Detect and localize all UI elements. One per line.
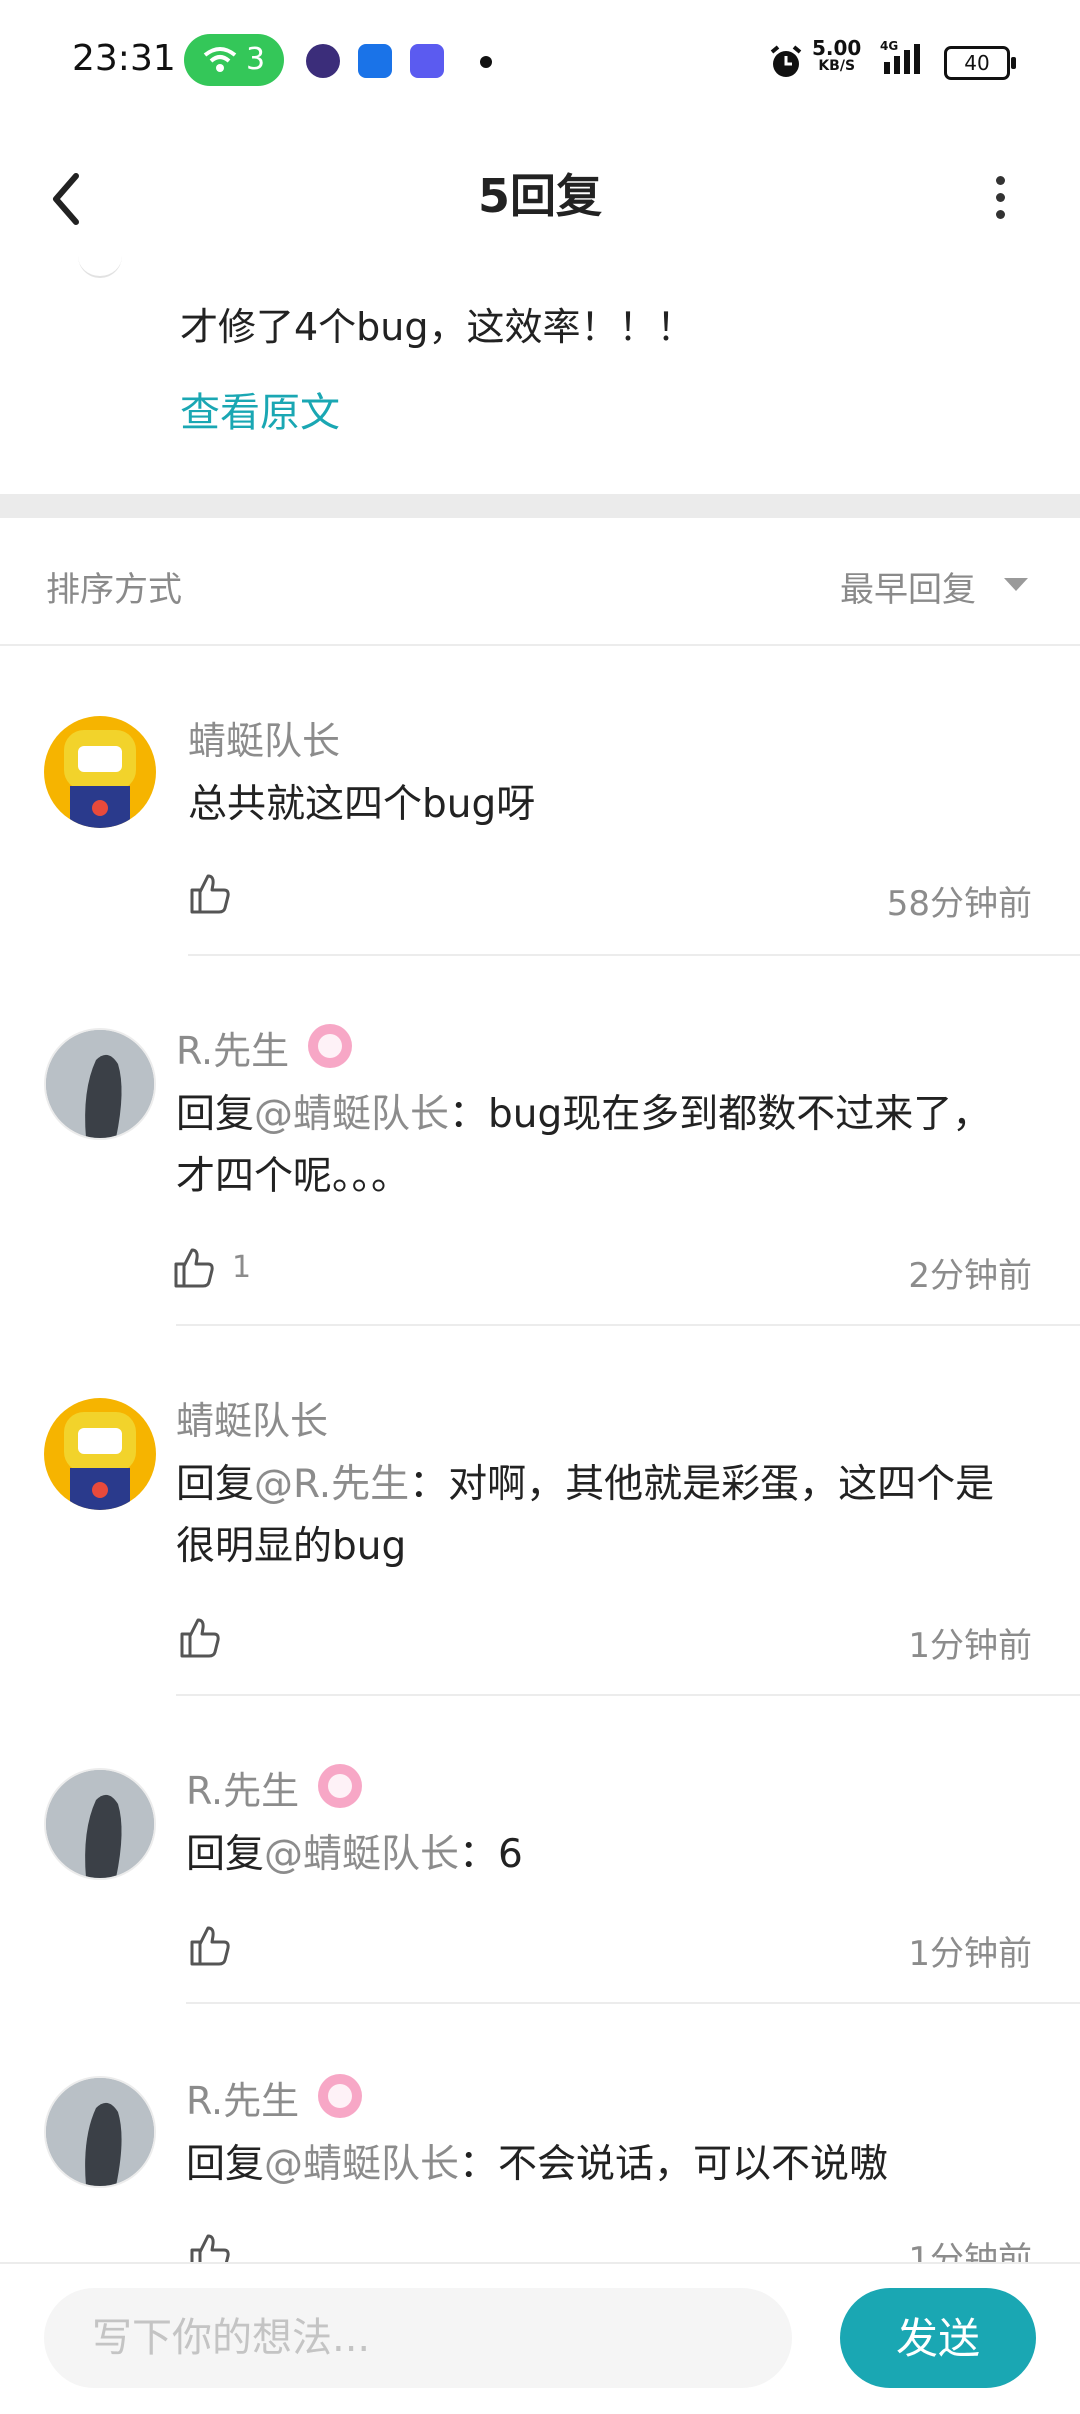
mention-link[interactable]: @蜻蜓队长: [254, 1092, 449, 1137]
comment-composer: 发送: [0, 2262, 1080, 2414]
send-button[interactable]: 发送: [840, 2288, 1036, 2388]
reply-timestamp: 58分钟前: [886, 884, 1032, 924]
reply-timestamp: 1分钟前: [908, 2240, 1032, 2262]
status-bar: 23:31 3 5.00 KB/S 4G 40: [0, 0, 1080, 120]
thumbs-up-icon[interactable]: [186, 870, 234, 918]
thumbs-up-icon[interactable]: [186, 1922, 234, 1970]
reply-text: 回复@蜻蜓队长：不会说话，可以不说嗷: [186, 2142, 889, 2187]
sort-label: 排序方式: [46, 570, 182, 610]
reply-item: R.先生 回复@蜻蜓队长：不会说话，可以不说嗷 1分钟前: [0, 2006, 1080, 2262]
reply-timestamp: 2分钟前: [908, 1256, 1032, 1296]
hotspot-pill: 3: [184, 34, 284, 86]
section-divider: [0, 494, 1080, 518]
app-notification-icon: [410, 44, 444, 78]
reply-item: 蜻蜓队长 总共就这四个bug呀 58分钟前: [0, 646, 1080, 956]
sort-bar: 排序方式 最早回复: [0, 518, 1080, 646]
wifi-icon: [203, 47, 237, 72]
avatar[interactable]: [44, 1028, 156, 1140]
reply-timestamp: 1分钟前: [908, 1626, 1032, 1666]
avatar[interactable]: [44, 1768, 156, 1880]
commenter-name[interactable]: 蜻蜓队长: [176, 1390, 328, 1445]
thumbs-up-icon[interactable]: [170, 1244, 218, 1292]
robot-avatar-icon: [64, 1412, 136, 1510]
mention-link[interactable]: @R.先生: [254, 1462, 409, 1507]
original-post-text: 才修了4个bug，这效率！！！: [180, 305, 695, 349]
view-original-link[interactable]: 查看原文: [180, 380, 340, 438]
vip-badge-icon: [318, 1764, 362, 1808]
comment-input[interactable]: [44, 2288, 792, 2388]
robot-avatar-icon: [64, 730, 136, 828]
app-notification-icon: [306, 44, 340, 78]
app-notification-icon: [358, 44, 392, 78]
divider: [186, 2002, 1080, 2004]
thumbs-up-icon[interactable]: [186, 2230, 234, 2262]
avatar[interactable]: [44, 1398, 156, 1510]
sort-dropdown[interactable]: 最早回复: [840, 562, 976, 611]
commenter-name[interactable]: R.先生: [186, 1760, 299, 1815]
alarm-icon: [770, 45, 802, 77]
like-count: 1: [232, 1250, 252, 1285]
caret-down-icon[interactable]: [1004, 578, 1028, 591]
page-title: 5回复: [477, 169, 602, 223]
avatar[interactable]: [44, 716, 156, 828]
vip-badge-icon: [318, 2074, 362, 2118]
network-speed: 5.00 KB/S: [812, 36, 862, 74]
svg-text:4G: 4G: [880, 40, 898, 53]
status-time: 23:31: [72, 38, 176, 79]
commenter-name[interactable]: 蜻蜓队长: [188, 710, 340, 765]
reply-timestamp: 1分钟前: [908, 1934, 1032, 1974]
commenter-name[interactable]: R.先生: [176, 1020, 289, 1075]
reply-item: R.先生 回复@蜻蜓队长：bug现在多到都数不过来了，才四个呢。。。 1 2分钟…: [0, 956, 1080, 1326]
battery-icon: 40: [944, 46, 1016, 80]
reply-text: 总共就这四个bug呀: [188, 782, 536, 827]
more-options-icon[interactable]: [980, 168, 1020, 240]
signal-icon: 4G: [880, 40, 920, 74]
commenter-name[interactable]: R.先生: [186, 2070, 299, 2125]
more-notifications-dot: [480, 56, 492, 68]
mention-link[interactable]: @蜻蜓队长: [264, 2142, 459, 2187]
photo-avatar-icon: [46, 1770, 154, 1878]
photo-avatar-icon: [46, 1030, 154, 1138]
top-app-bar: 5回复: [0, 120, 1080, 276]
thumbs-up-icon[interactable]: [176, 1614, 224, 1662]
reply-item: 蜻蜓队长 回复@R.先生：对啊，其他就是彩蛋，这四个是很明显的bug 1分钟前: [0, 1326, 1080, 1696]
reply-text: 回复@蜻蜓队长：bug现在多到都数不过来了，才四个呢。。。: [176, 1092, 992, 1199]
wifi-count: 3: [246, 42, 266, 77]
vip-badge-icon: [308, 1024, 352, 1068]
photo-avatar-icon: [46, 2078, 154, 2186]
mention-link[interactable]: @蜻蜓队长: [264, 1832, 459, 1877]
avatar[interactable]: [44, 2076, 156, 2188]
reply-text: 回复@蜻蜓队长：6: [186, 1832, 523, 1877]
reply-text: 回复@R.先生：对啊，其他就是彩蛋，这四个是很明显的bug: [176, 1462, 995, 1569]
reply-item: R.先生 回复@蜻蜓队长：6 1分钟前: [0, 1696, 1080, 2006]
